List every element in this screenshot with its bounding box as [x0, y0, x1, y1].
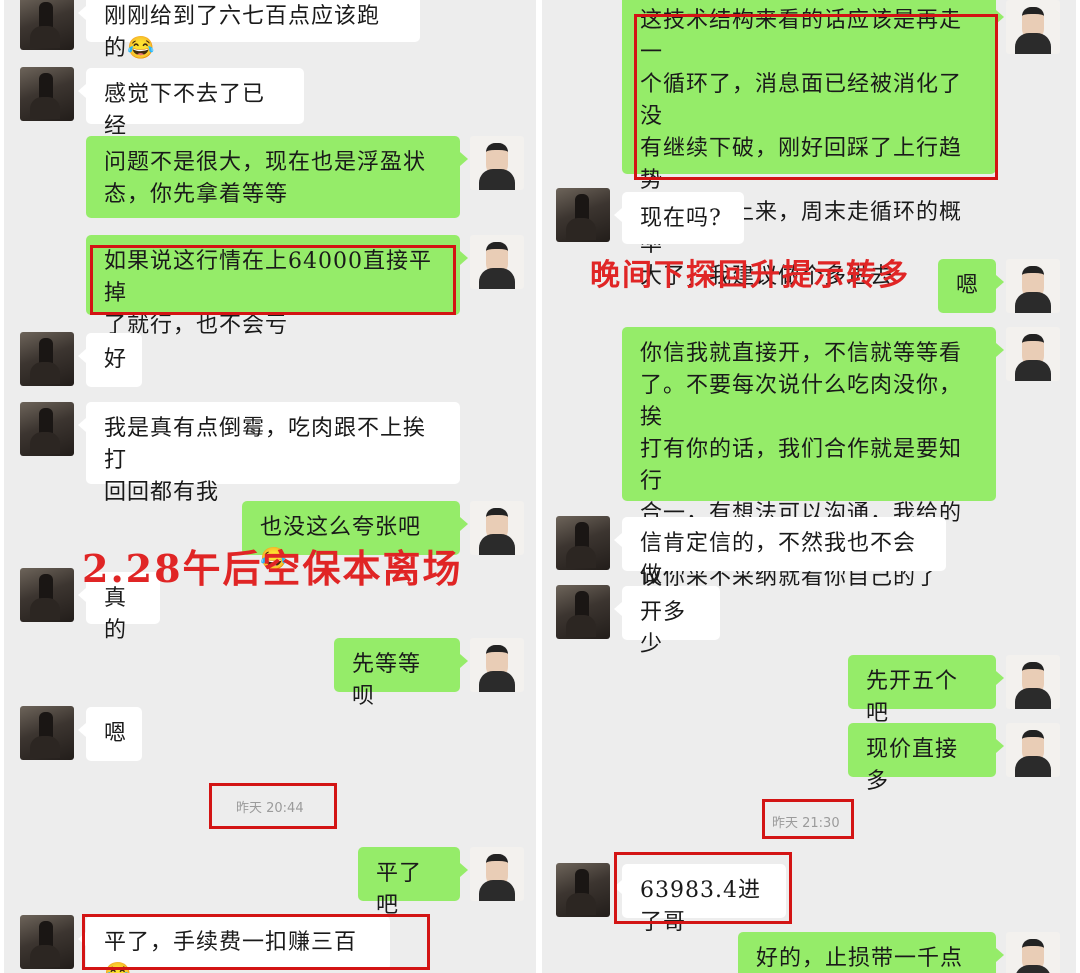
message-bubble-incoming[interactable]: 感觉下不去了已经 — [78, 68, 304, 139]
advisor-avatar[interactable] — [470, 136, 524, 190]
contact-avatar[interactable] — [556, 188, 610, 242]
laugh-emoji-icon: 😂 — [104, 962, 132, 973]
contact-avatar[interactable] — [556, 585, 610, 639]
message-bubble-incoming[interactable]: 嗯 — [78, 707, 142, 761]
message-bubble-outgoing[interactable]: 现价直接多 — [848, 723, 1004, 794]
contact-avatar[interactable] — [20, 402, 74, 456]
message-bubble-outgoing[interactable]: 好的，止损带一千点先 — [738, 932, 1004, 973]
left-chat-pane[interactable]: 刚刚给到了六七百点应该跑的😂 感觉下不去了已经 问题不是很大，现在也是浮盈状 态… — [4, 0, 536, 973]
advisor-avatar[interactable] — [1006, 327, 1060, 381]
message-bubble-incoming[interactable]: 63983.4进了哥 — [614, 864, 786, 935]
right-chat-pane[interactable]: 这技术结构来看的话应该是再走一 个循环了，消息面已经被消化了没 有继续下破，刚好… — [542, 0, 1076, 973]
message-bubble-incoming[interactable]: 现在吗? — [614, 192, 744, 244]
advisor-avatar[interactable] — [470, 501, 524, 555]
message-bubble-incoming[interactable]: 刚刚给到了六七百点应该跑的😂 — [78, 0, 420, 61]
contact-avatar[interactable] — [556, 863, 610, 917]
laugh-emoji-icon: 😂 — [127, 36, 156, 61]
contact-avatar[interactable] — [20, 568, 74, 622]
contact-avatar[interactable] — [20, 915, 74, 969]
advisor-avatar[interactable] — [470, 235, 524, 289]
message-bubble-incoming[interactable]: 信肯定信的，不然我也不会做 — [614, 517, 946, 588]
annotation-caption: 晚间下探回升提示转多 — [590, 258, 910, 293]
contact-avatar[interactable] — [20, 67, 74, 121]
advisor-avatar[interactable] — [470, 847, 524, 901]
message-bubble-incoming[interactable]: 我是真有点倒霉，吃肉跟不上挨打 回回都有我 — [78, 402, 460, 505]
message-bubble-incoming[interactable]: 开多少 — [614, 586, 720, 657]
contact-avatar[interactable] — [20, 332, 74, 386]
message-bubble-outgoing[interactable]: 如果说这行情在上64000直接平掉 了就行，也不会亏 — [86, 235, 468, 338]
advisor-avatar[interactable] — [1006, 655, 1060, 709]
message-bubble-outgoing[interactable]: 先等等呗 — [334, 638, 468, 709]
contact-avatar[interactable] — [20, 706, 74, 760]
message-bubble-outgoing[interactable]: 你信我就直接开，不信就等等看 了。不要每次说什么吃肉没你，挨 打有你的话，我们合… — [622, 327, 1004, 590]
contact-avatar[interactable] — [20, 0, 74, 50]
advisor-avatar[interactable] — [470, 638, 524, 692]
advisor-avatar[interactable] — [1006, 723, 1060, 777]
annotation-caption: 2.28午后空保本离场 — [82, 546, 463, 591]
advisor-avatar[interactable] — [1006, 0, 1060, 54]
advisor-avatar[interactable] — [1006, 259, 1060, 313]
message-bubble-outgoing[interactable]: 问题不是很大，现在也是浮盈状 态，你先拿着等等 — [86, 136, 468, 218]
advisor-avatar[interactable] — [1006, 932, 1060, 973]
message-bubble-incoming[interactable]: 好 — [78, 333, 142, 387]
message-bubble-incoming[interactable]: 平了，手续费一扣赚三百😂 — [78, 916, 390, 973]
message-bubble-outgoing[interactable]: 先开五个吧 — [848, 655, 1004, 726]
message-bubble-outgoing[interactable]: 平了吧 — [358, 847, 468, 918]
message-bubble-outgoing[interactable]: 这技术结构来看的话应该是再走一 个循环了，消息面已经被消化了没 有继续下破，刚好… — [622, 0, 1004, 289]
message-bubble-outgoing[interactable]: 嗯 — [938, 259, 1004, 313]
timestamp: 昨天 20:44 — [236, 801, 304, 816]
timestamp: 昨天 21:30 — [772, 816, 840, 831]
contact-avatar[interactable] — [556, 516, 610, 570]
